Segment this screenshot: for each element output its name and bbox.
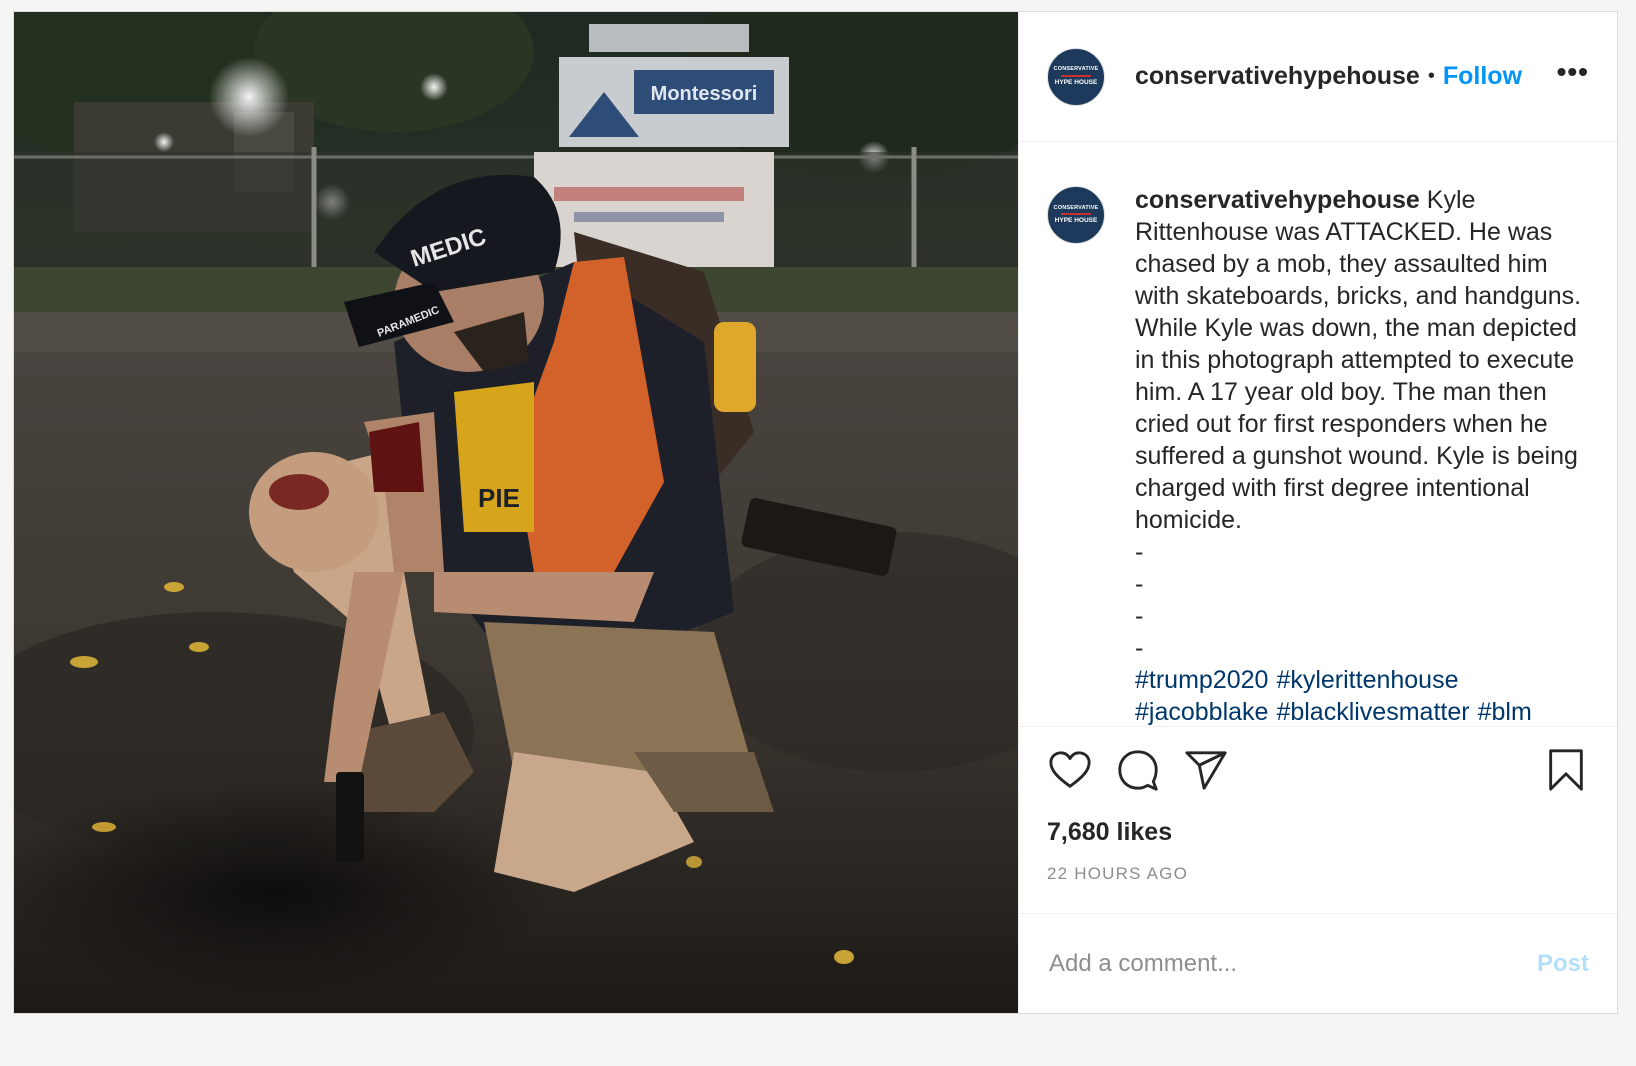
avatar-line2: HYPE HOUSE — [1054, 217, 1098, 224]
post-timestamp[interactable]: 22 HOURS AGO — [1019, 859, 1617, 889]
header-separator: • — [1427, 65, 1435, 87]
more-options-icon[interactable]: ••• — [1557, 57, 1589, 96]
comment-icon[interactable] — [1115, 747, 1161, 793]
hashtag-link[interactable]: #kylerittenhouse — [1276, 666, 1458, 694]
hashtag-link[interactable]: #jacobblake — [1135, 698, 1268, 726]
post-side-panel: CONSERVATIVE HYPE HOUSE conservativehype… — [1018, 12, 1617, 1013]
add-comment-bar: Post — [1019, 913, 1617, 1013]
caption-dash: - — [1135, 602, 1144, 630]
heart-icon[interactable] — [1047, 747, 1093, 793]
caption-text-block: conservativehypehouse Kyle Rittenhouse w… — [1135, 184, 1589, 726]
share-icon[interactable] — [1183, 747, 1229, 793]
caption-username[interactable]: conservativehypehouse — [1135, 186, 1420, 214]
avatar-divider — [1061, 213, 1091, 215]
likes-count[interactable]: 7,680 likes — [1019, 813, 1617, 851]
post-card: Montessori PIE MEDIC PARAMEDIC CONSERVAT… — [13, 11, 1618, 1014]
post-photo[interactable]: Montessori PIE MEDIC PARAMEDIC — [14, 12, 1018, 1013]
hashtag-link[interactable]: #trump2020 — [1135, 666, 1268, 694]
post-comment-button[interactable]: Post — [1537, 950, 1589, 978]
avatar-line1: CONSERVATIVE — [1053, 204, 1099, 211]
hashtag-list: #trump2020 #kylerittenhouse #jacobblake #b… — [1135, 664, 1589, 726]
caption-area: CONSERVATIVE HYPE HOUSE conservativehype… — [1019, 142, 1617, 727]
follow-button[interactable]: Follow — [1443, 62, 1522, 91]
bookmark-icon[interactable] — [1543, 747, 1589, 793]
comment-input[interactable] — [1047, 948, 1537, 979]
post-header: CONSERVATIVE HYPE HOUSE conservativehype… — [1019, 12, 1617, 142]
avatar-line2: HYPE HOUSE — [1054, 78, 1098, 86]
shirt-text: PIE — [478, 483, 520, 513]
avatar-divider — [1061, 74, 1091, 77]
hashtag-link[interactable]: #blacklivesmatter — [1276, 698, 1469, 726]
avatar-line1: CONSERVATIVE — [1053, 66, 1099, 72]
hashtag-link[interactable]: #blm — [1478, 698, 1532, 726]
caption-dash: - — [1135, 538, 1144, 566]
photo-illustration: Montessori PIE MEDIC PARAMEDIC — [14, 12, 1018, 1013]
caption-avatar[interactable]: CONSERVATIVE HYPE HOUSE — [1047, 186, 1105, 244]
caption-body: Kyle Rittenhouse was ATTACKED. He was ch… — [1135, 186, 1582, 534]
header-username[interactable]: conservativehypehouse — [1135, 62, 1420, 91]
caption-dash: - — [1135, 570, 1144, 598]
action-bar — [1019, 727, 1617, 813]
profile-avatar[interactable]: CONSERVATIVE HYPE HOUSE — [1047, 47, 1105, 106]
sign-text: Montessori — [651, 83, 758, 105]
caption-dash: - — [1135, 634, 1144, 662]
